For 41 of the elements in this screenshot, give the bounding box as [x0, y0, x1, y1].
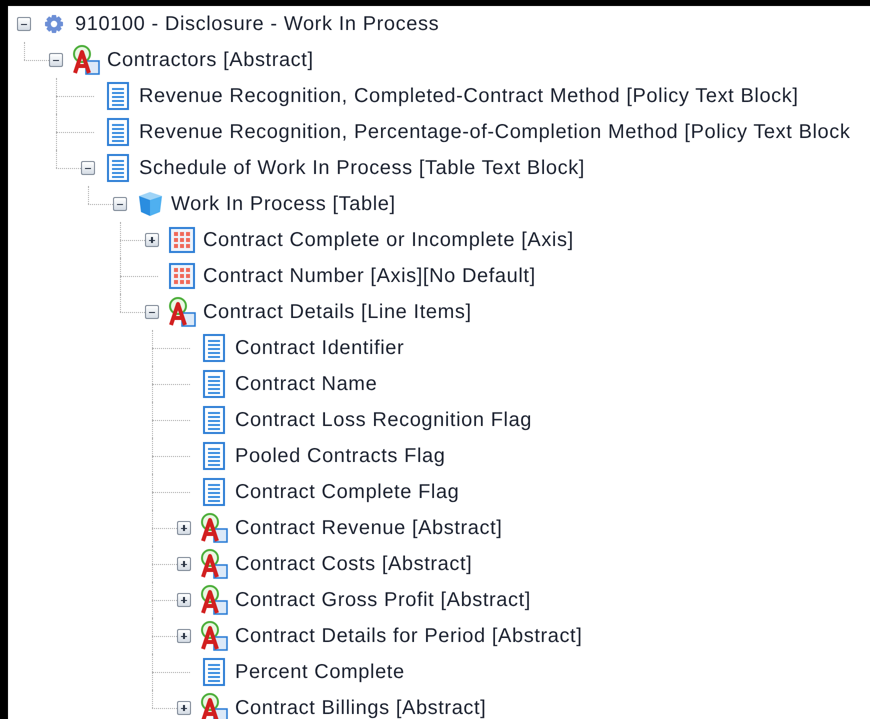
- grid-icon: [169, 227, 195, 253]
- abstract-element-icon: [199, 548, 229, 580]
- abstract-element-icon: [199, 584, 229, 616]
- tree-item-label[interactable]: Contract Complete Flag: [235, 480, 460, 504]
- tree-toggle[interactable]: [17, 17, 31, 31]
- grid-icon: [169, 263, 195, 289]
- tree-toggle[interactable]: [145, 233, 159, 247]
- tree-item-label[interactable]: Contract Billings [Abstract]: [235, 696, 486, 719]
- tree-toggle[interactable]: [177, 521, 191, 535]
- tree-toggle[interactable]: [177, 557, 191, 571]
- tree-item-label[interactable]: Contractors [Abstract]: [107, 48, 314, 72]
- abstract-element-icon: [167, 296, 197, 328]
- tree-item-label[interactable]: Revenue Recognition, Percentage-of-Completion Method [Policy Text Block: [139, 120, 850, 144]
- tree-item-label[interactable]: Schedule of Work In Process [Table Text Block]: [139, 156, 585, 180]
- abstract-element-icon: [199, 692, 229, 719]
- tree-item-label[interactable]: Contract Details [Line Items]: [203, 300, 472, 324]
- tree-toggle[interactable]: [145, 305, 159, 319]
- tree-item-label[interactable]: Contract Number [Axis][No Default]: [203, 264, 536, 288]
- tree-toggle[interactable]: [49, 53, 63, 67]
- tree-item-label[interactable]: 910100 - Disclosure - Work In Process: [75, 12, 440, 36]
- tree-item-label[interactable]: Contract Costs [Abstract]: [235, 552, 472, 576]
- tree-item-label[interactable]: Contract Details for Period [Abstract]: [235, 624, 582, 648]
- abstract-element-icon: [199, 512, 229, 544]
- tree-toggle[interactable]: [81, 161, 95, 175]
- abstract-element-icon: [199, 620, 229, 652]
- tree-item-label[interactable]: Work In Process [Table]: [171, 192, 396, 216]
- tree-toggle[interactable]: [177, 701, 191, 715]
- tree-toggle[interactable]: [177, 593, 191, 607]
- tree-item-label[interactable]: Revenue Recognition, Completed-Contract Method [Policy Text Block]: [139, 84, 799, 108]
- tree-item-label[interactable]: Percent Complete: [235, 660, 405, 684]
- cube-icon: [136, 190, 164, 218]
- tree-item-label[interactable]: Contract Loss Recognition Flag: [235, 408, 532, 432]
- tree-item-label[interactable]: Contract Identifier: [235, 336, 404, 360]
- tree-item-label[interactable]: Contract Revenue [Abstract]: [235, 516, 502, 540]
- tree-item-label[interactable]: Contract Name: [235, 372, 378, 396]
- tree-toggle[interactable]: [177, 629, 191, 643]
- abstract-element-icon: [71, 44, 101, 76]
- tree-item-label[interactable]: Contract Complete or Incomplete [Axis]: [203, 228, 574, 252]
- tree-toggle[interactable]: [113, 197, 127, 211]
- tree-item-label[interactable]: Pooled Contracts Flag: [235, 444, 446, 468]
- tree-item-label[interactable]: Contract Gross Profit [Abstract]: [235, 588, 531, 612]
